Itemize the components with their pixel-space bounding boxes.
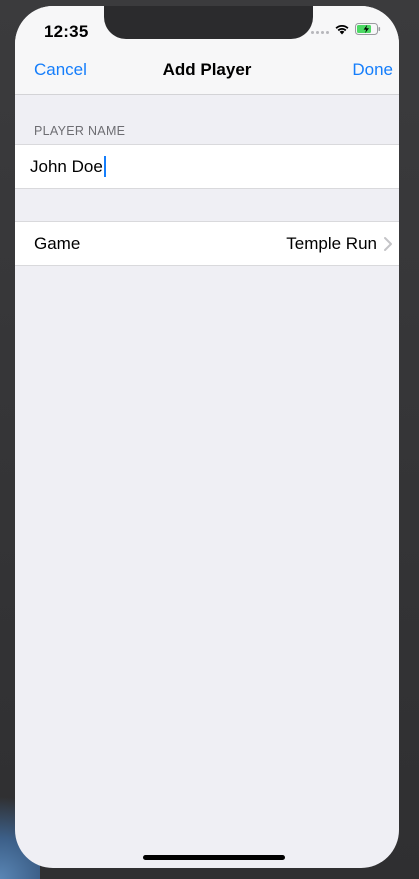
chevron-right-icon: [384, 237, 392, 251]
done-button[interactable]: Done: [352, 60, 393, 80]
wifi-icon: [335, 24, 349, 35]
player-name-cell[interactable]: John Doe: [15, 144, 399, 189]
player-name-value[interactable]: John Doe: [30, 157, 103, 177]
status-bar: 12:35: [15, 6, 399, 50]
phone-screen: 12:35 Cancel Add Player Done PLAYER NAME: [15, 6, 399, 868]
game-value: Temple Run: [286, 234, 377, 253]
nav-title: Add Player: [162, 60, 252, 79]
battery-charging-icon: [355, 23, 381, 35]
cellular-signal-icon: [311, 24, 329, 34]
player-name-input[interactable]: John Doe: [30, 156, 106, 177]
status-time: 12:35: [44, 22, 89, 41]
status-icons: [311, 23, 381, 35]
section-header-player-name: PLAYER NAME: [34, 124, 126, 138]
navigation-bar: Cancel Add Player Done: [15, 50, 399, 95]
text-cursor: [103, 156, 106, 177]
game-row[interactable]: Game Temple Run: [15, 221, 399, 266]
home-indicator[interactable]: [143, 855, 285, 860]
game-label: Game: [34, 234, 81, 253]
device-notch: [104, 6, 313, 39]
